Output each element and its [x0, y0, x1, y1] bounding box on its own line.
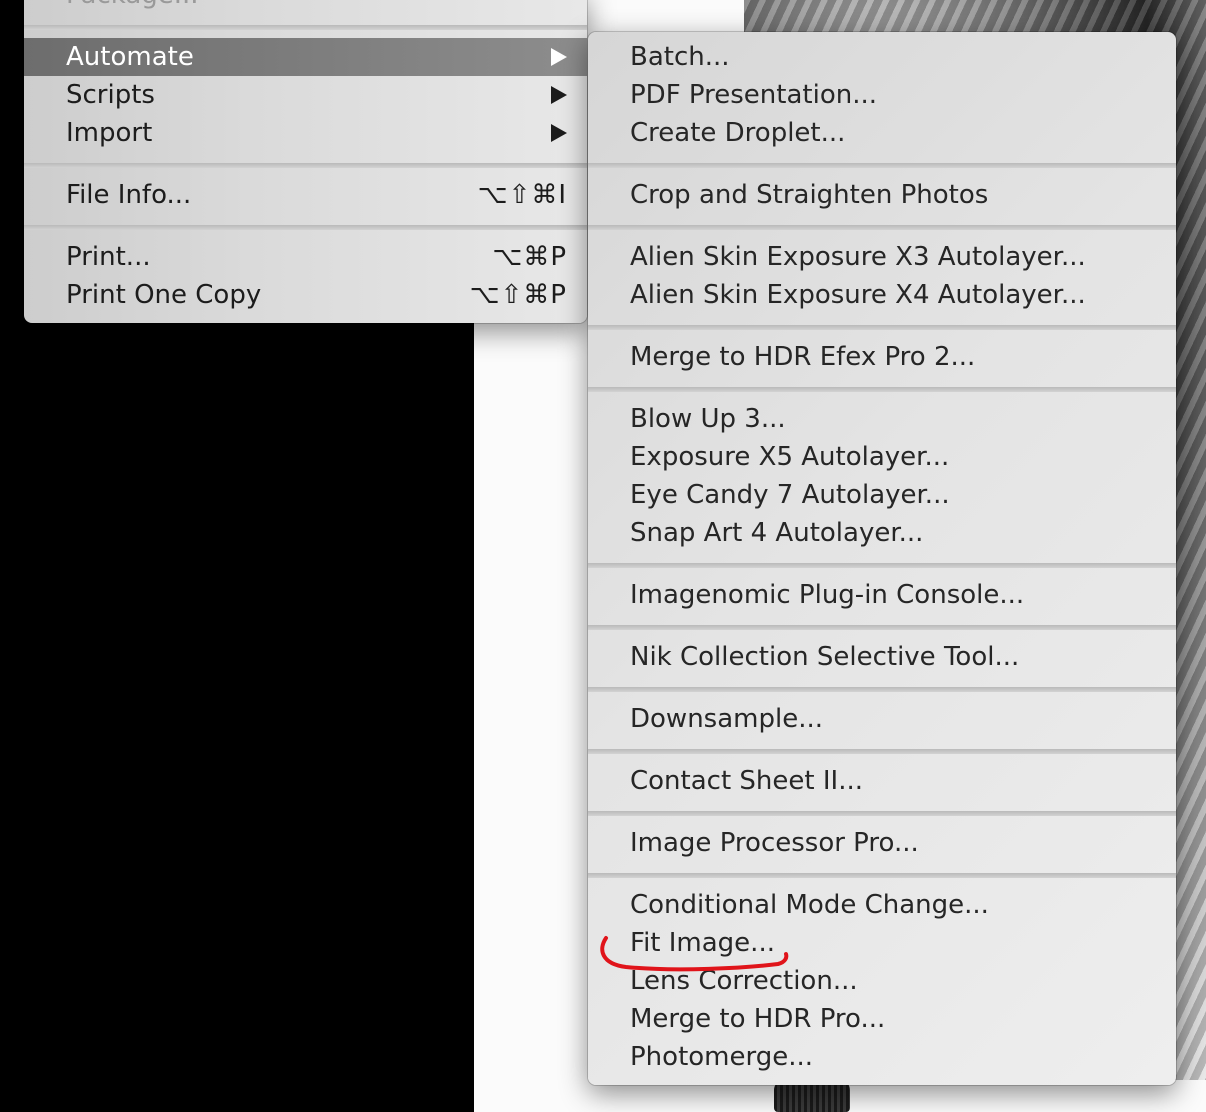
- menu-item-label: Print One Copy: [66, 280, 262, 310]
- submenu-item-create-droplet[interactable]: Create Droplet...: [588, 114, 1176, 152]
- submenu-item-exposure-x5[interactable]: Exposure X5 Autolayer...: [588, 438, 1176, 476]
- submenu-arrow-icon: [551, 124, 567, 142]
- submenu-item-exposure-x4[interactable]: Alien Skin Exposure X4 Autolayer...: [588, 276, 1176, 314]
- submenu-item-merge-hdr-pro[interactable]: Merge to HDR Pro...: [588, 1000, 1176, 1038]
- submenu-item-image-processor[interactable]: Image Processor Pro...: [588, 824, 1176, 862]
- submenu-item-photomerge[interactable]: Photomerge...: [588, 1038, 1176, 1076]
- menu-separator: [588, 749, 1176, 754]
- menu-item-file-info[interactable]: File Info... ⌥⇧⌘I: [24, 176, 587, 214]
- submenu-item-snap-art[interactable]: Snap Art 4 Autolayer...: [588, 514, 1176, 552]
- automate-submenu: Batch... PDF Presentation... Create Drop…: [588, 32, 1176, 1085]
- menu-separator: [24, 225, 587, 230]
- submenu-arrow-icon: [551, 48, 567, 66]
- menu-item-package: Package...: [24, 0, 587, 14]
- submenu-item-exposure-x3[interactable]: Alien Skin Exposure X3 Autolayer...: [588, 238, 1176, 276]
- menu-item-label: Scripts: [66, 80, 155, 110]
- submenu-item-lens-correction[interactable]: Lens Correction...: [588, 962, 1176, 1000]
- menu-separator: [24, 163, 587, 168]
- submenu-item-fit-image[interactable]: Fit Image...: [588, 924, 1176, 962]
- menu-item-label: Print...: [66, 242, 151, 272]
- menu-separator: [588, 163, 1176, 168]
- shortcut-label: ⌥⌘P: [492, 242, 567, 272]
- submenu-item-hdr-efex[interactable]: Merge to HDR Efex Pro 2...: [588, 338, 1176, 376]
- submenu-arrow-icon: [551, 86, 567, 104]
- file-menu: Package... Automate Scripts Import File …: [24, 0, 587, 323]
- submenu-item-eye-candy[interactable]: Eye Candy 7 Autolayer...: [588, 476, 1176, 514]
- menu-item-label: Import: [66, 118, 153, 148]
- submenu-item-blow-up[interactable]: Blow Up 3...: [588, 400, 1176, 438]
- menu-separator: [588, 811, 1176, 816]
- menu-separator: [588, 625, 1176, 630]
- menu-item-print-one-copy[interactable]: Print One Copy ⌥⇧⌘P: [24, 276, 587, 314]
- menu-separator: [588, 563, 1176, 568]
- menu-item-print[interactable]: Print... ⌥⌘P: [24, 238, 587, 276]
- menu-item-automate[interactable]: Automate: [24, 38, 587, 76]
- menu-separator: [24, 25, 587, 30]
- menu-item-import[interactable]: Import: [24, 114, 587, 152]
- submenu-item-downsample[interactable]: Downsample...: [588, 700, 1176, 738]
- menu-item-label: File Info...: [66, 180, 192, 210]
- submenu-item-batch[interactable]: Batch...: [588, 38, 1176, 76]
- submenu-item-nik-collection[interactable]: Nik Collection Selective Tool...: [588, 638, 1176, 676]
- menu-item-scripts[interactable]: Scripts: [24, 76, 587, 114]
- menu-separator: [588, 687, 1176, 692]
- shortcut-label: ⌥⇧⌘P: [469, 280, 567, 310]
- submenu-item-conditional-mode[interactable]: Conditional Mode Change...: [588, 886, 1176, 924]
- menu-separator: [588, 225, 1176, 230]
- shortcut-label: ⌥⇧⌘I: [477, 180, 567, 210]
- submenu-item-imagenomic[interactable]: Imagenomic Plug-in Console...: [588, 576, 1176, 614]
- menu-separator: [588, 873, 1176, 878]
- submenu-item-pdf-presentation[interactable]: PDF Presentation...: [588, 76, 1176, 114]
- menu-separator: [588, 387, 1176, 392]
- menu-item-label: Automate: [66, 42, 194, 72]
- submenu-item-contact-sheet[interactable]: Contact Sheet II...: [588, 762, 1176, 800]
- submenu-item-crop-straighten[interactable]: Crop and Straighten Photos: [588, 176, 1176, 214]
- menu-separator: [588, 325, 1176, 330]
